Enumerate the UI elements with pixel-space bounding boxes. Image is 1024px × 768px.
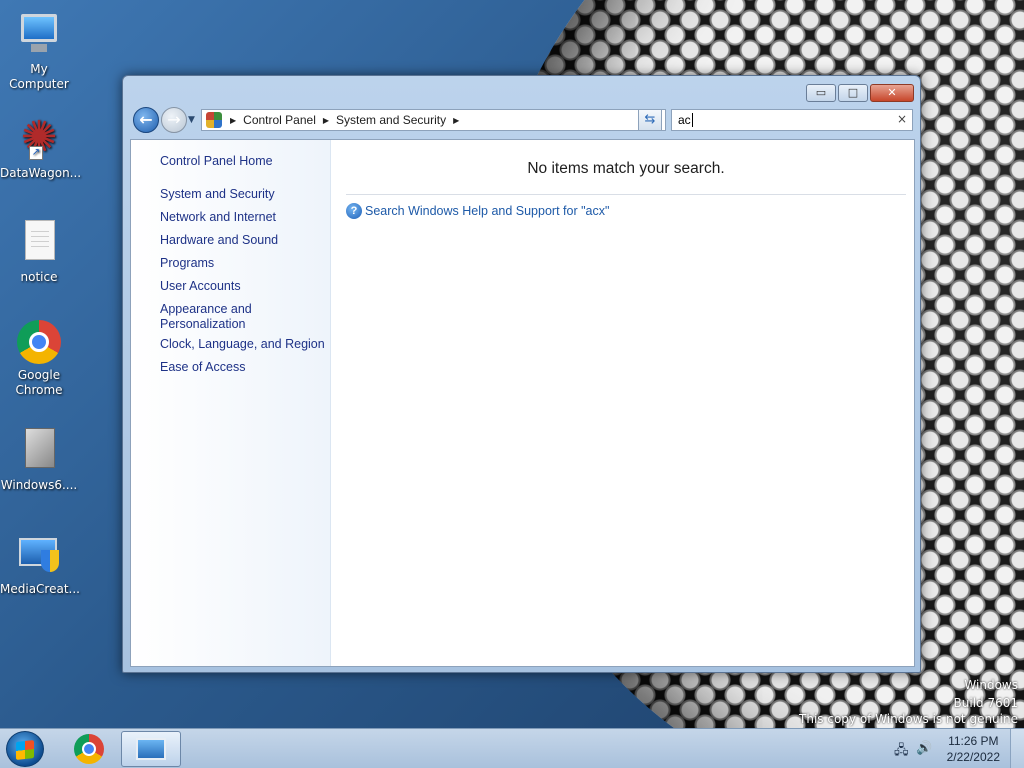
- desktop-icon-windows6[interactable]: Windows6....: [0, 426, 78, 493]
- category-network-and-internet[interactable]: Network and Internet: [160, 210, 325, 225]
- network-icon[interactable]: 🖧: [894, 741, 909, 763]
- taskbar-control-panel-button[interactable]: [121, 731, 181, 767]
- watermark-line1: Windows: [964, 678, 1018, 692]
- clock[interactable]: 11:26 PM 2/22/2022: [947, 733, 1000, 765]
- watermark-line2: Build 7601: [953, 696, 1018, 710]
- divider: [346, 194, 906, 195]
- chrome-icon: [17, 320, 61, 364]
- desktop-icon-mediacreation[interactable]: MediaCreat...: [0, 530, 80, 597]
- category-ease-of-access[interactable]: Ease of Access: [160, 360, 325, 375]
- address-bar[interactable]: ▶ Control Panel ▶ System and Security ▶ …: [201, 109, 666, 131]
- show-desktop-button[interactable]: [1010, 729, 1024, 768]
- category-appearance-and-personalization[interactable]: Appearance and Personalization: [160, 302, 260, 332]
- desktop-icon-notice[interactable]: notice: [0, 218, 78, 285]
- shortcut-arrow-icon: ↗: [29, 146, 43, 160]
- control-panel-icon: [136, 738, 166, 760]
- refresh-button[interactable]: ⇆: [638, 109, 662, 131]
- installer-icon: [15, 426, 63, 474]
- system-tray: 🖧 🔊 11:26 PM 2/22/2022: [884, 729, 1024, 768]
- volume-icon[interactable]: 🔊: [916, 741, 932, 756]
- computer-icon: [15, 10, 63, 58]
- category-clock-language-region[interactable]: Clock, Language, and Region: [160, 337, 325, 352]
- clock-time: 11:26 PM: [948, 734, 999, 748]
- navigation-bar: ← → ▼ ▶ Control Panel ▶ System and Secur…: [131, 107, 914, 160]
- control-panel-window: ▭ □ ✕ ← → ▼ ▶ Control Panel ▶ System and…: [122, 75, 921, 673]
- desktop-icon-label: DataWagon...: [0, 166, 82, 180]
- control-panel-home-link[interactable]: Control Panel Home: [160, 154, 273, 168]
- search-help-link-text[interactable]: Search Windows Help and Support for "acx…: [365, 204, 609, 218]
- maximize-button[interactable]: □: [838, 84, 868, 102]
- chevron-right-icon[interactable]: ▶: [230, 116, 236, 125]
- caption-buttons: ▭ □ ✕: [806, 84, 914, 102]
- search-results-pane: No items match your search. ? Search Win…: [332, 140, 914, 666]
- clear-search-button[interactable]: ×: [897, 112, 907, 126]
- breadcrumb-control-panel[interactable]: Control Panel: [243, 113, 316, 127]
- clock-date: 2/22/2022: [946, 750, 1000, 764]
- help-question-icon: ?: [346, 203, 362, 219]
- desktop-icon-google-chrome[interactable]: Google Chrome: [0, 320, 78, 398]
- left-navigation-pane: Control Panel Home System and Security N…: [131, 140, 331, 666]
- forward-button[interactable]: →: [161, 107, 187, 133]
- category-list: System and Security Network and Internet…: [160, 187, 325, 383]
- recent-pages-dropdown-icon[interactable]: ▼: [188, 115, 195, 125]
- desktop-icon-my-computer[interactable]: My Computer: [0, 10, 78, 92]
- desktop-icon-label: Google Chrome: [15, 368, 63, 397]
- minimize-button[interactable]: ▭: [806, 84, 836, 102]
- chrome-icon: [74, 734, 104, 764]
- taskbar: 🖧 🔊 11:26 PM 2/22/2022: [0, 728, 1024, 768]
- close-button[interactable]: ✕: [870, 84, 914, 102]
- category-user-accounts[interactable]: User Accounts: [160, 279, 325, 294]
- back-button[interactable]: ←: [133, 107, 159, 133]
- desktop-icon-label: notice: [20, 270, 58, 284]
- media-creation-tool-icon: [15, 530, 63, 578]
- category-programs[interactable]: Programs: [160, 256, 325, 271]
- search-help-link[interactable]: ? Search Windows Help and Support for "a…: [346, 203, 609, 219]
- taskbar-chrome-button[interactable]: [66, 733, 112, 765]
- no-results-message: No items match your search.: [527, 160, 725, 177]
- chevron-right-icon[interactable]: ▶: [323, 116, 329, 125]
- category-hardware-and-sound[interactable]: Hardware and Sound: [160, 233, 325, 248]
- datawagon-icon: ✺ ↗: [20, 112, 58, 163]
- breadcrumb-system-and-security[interactable]: System and Security: [336, 113, 446, 127]
- content-area: Control Panel Home System and Security N…: [130, 139, 915, 667]
- search-input-value: ac: [678, 113, 691, 127]
- watermark-line3: This copy of Windows is not genuine: [799, 712, 1018, 726]
- desktop-icon-label: MediaCreat...: [0, 582, 80, 596]
- desktop-icon-label: Windows6....: [0, 478, 78, 492]
- start-button[interactable]: [6, 731, 44, 767]
- windows-logo-icon: [16, 740, 34, 760]
- category-system-and-security[interactable]: System and Security: [160, 187, 325, 202]
- chevron-right-icon[interactable]: ▶: [453, 116, 459, 125]
- search-input[interactable]: ac ×: [671, 109, 913, 131]
- text-file-icon: [15, 218, 63, 266]
- desktop-icon-label: My Computer: [9, 62, 69, 91]
- text-caret: [691, 113, 693, 127]
- control-panel-icon: [206, 112, 222, 128]
- desktop-icon-datawagon[interactable]: ✺ ↗ DataWagon...: [0, 112, 82, 181]
